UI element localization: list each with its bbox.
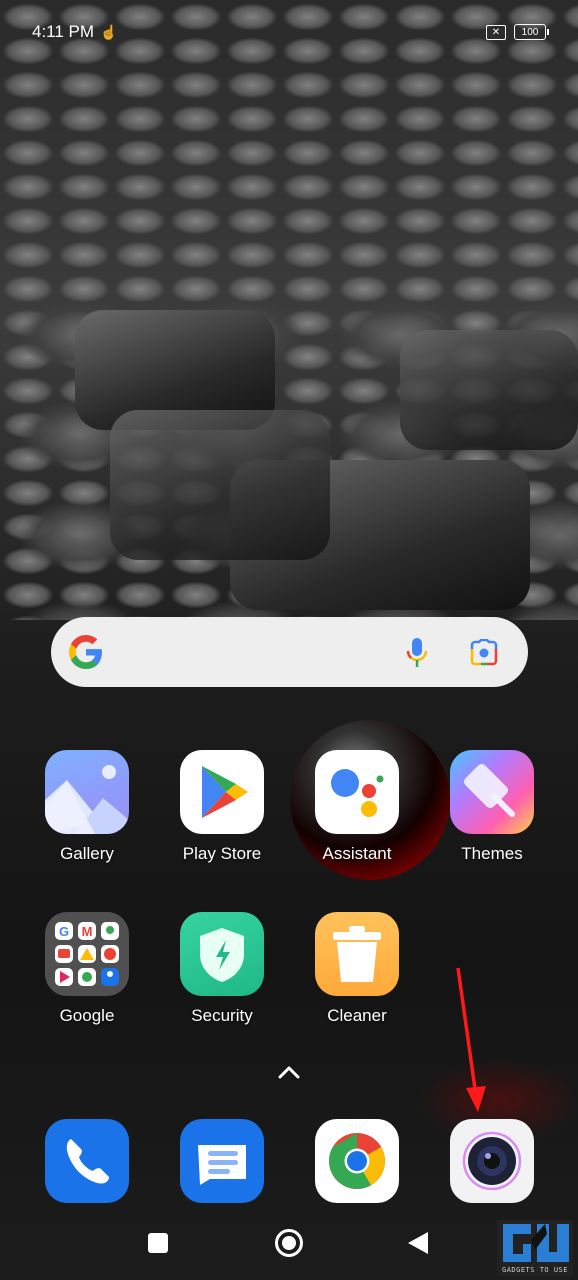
app-label: Assistant [322,844,392,863]
google-folder-icon: G M [45,912,129,996]
battery-level: 100 [521,26,539,38]
assistant-icon [315,750,399,834]
dock-phone[interactable] [27,1119,147,1203]
dock-messages[interactable] [162,1119,282,1203]
folder-google[interactable]: G M Google [27,912,147,1026]
app-cleaner[interactable]: Cleaner [297,912,417,1026]
app-label: Gallery [60,844,114,863]
navigation-bar [0,1225,578,1263]
annotation-arrow [456,967,486,1112]
cleaner-icon [315,912,399,996]
security-icon [180,912,264,996]
no-sim-icon: ✕ [486,24,506,40]
google-lens-icon[interactable] [469,639,499,667]
google-search-bar[interactable] [51,617,528,687]
svg-text:M: M [82,924,93,939]
app-themes[interactable]: Themes [432,750,552,864]
app-play-store[interactable]: Play Store [162,750,282,864]
app-drawer-chevron-up-icon[interactable] [276,1062,302,1082]
watermark-text: GADGETS TO USE [501,1266,568,1274]
app-assistant[interactable]: Assistant [297,750,417,864]
gallery-icon [45,750,129,834]
app-label: Google [59,1006,115,1025]
camera-icon [450,1119,534,1203]
microphone-icon[interactable] [405,637,429,669]
messages-icon [180,1119,264,1203]
phone-icon [45,1119,129,1203]
home-screen: 4:11 PM ☝ ✕ 100 Gallery Play Store Assis… [0,0,578,1280]
play-store-icon [180,750,264,834]
google-g-icon [69,635,102,669]
back-button[interactable] [408,1232,428,1254]
app-label: Themes [461,844,523,863]
touch-hand-icon: ☝ [100,23,118,40]
app-label: Security [191,1006,253,1025]
svg-text:G: G [59,924,69,939]
battery-icon: 100 [514,24,549,40]
app-gallery[interactable]: Gallery [27,750,147,864]
wallpaper-cube [400,330,578,450]
home-button[interactable] [275,1229,303,1257]
dock-camera[interactable] [432,1119,552,1203]
clock: 4:11 PM [32,22,95,41]
themes-icon [450,750,534,834]
watermark-logo: GADGETS TO USE [497,1220,573,1276]
chrome-icon [315,1119,399,1203]
app-label: Play Store [182,844,262,863]
app-security[interactable]: Security [162,912,282,1026]
status-bar: 4:11 PM ☝ ✕ 100 [32,18,549,46]
recents-button[interactable] [148,1233,168,1253]
wallpaper-cube [110,410,330,560]
app-label: Cleaner [327,1006,387,1025]
gadgets-to-use-logo [503,1224,569,1262]
dock-chrome[interactable] [297,1119,417,1203]
